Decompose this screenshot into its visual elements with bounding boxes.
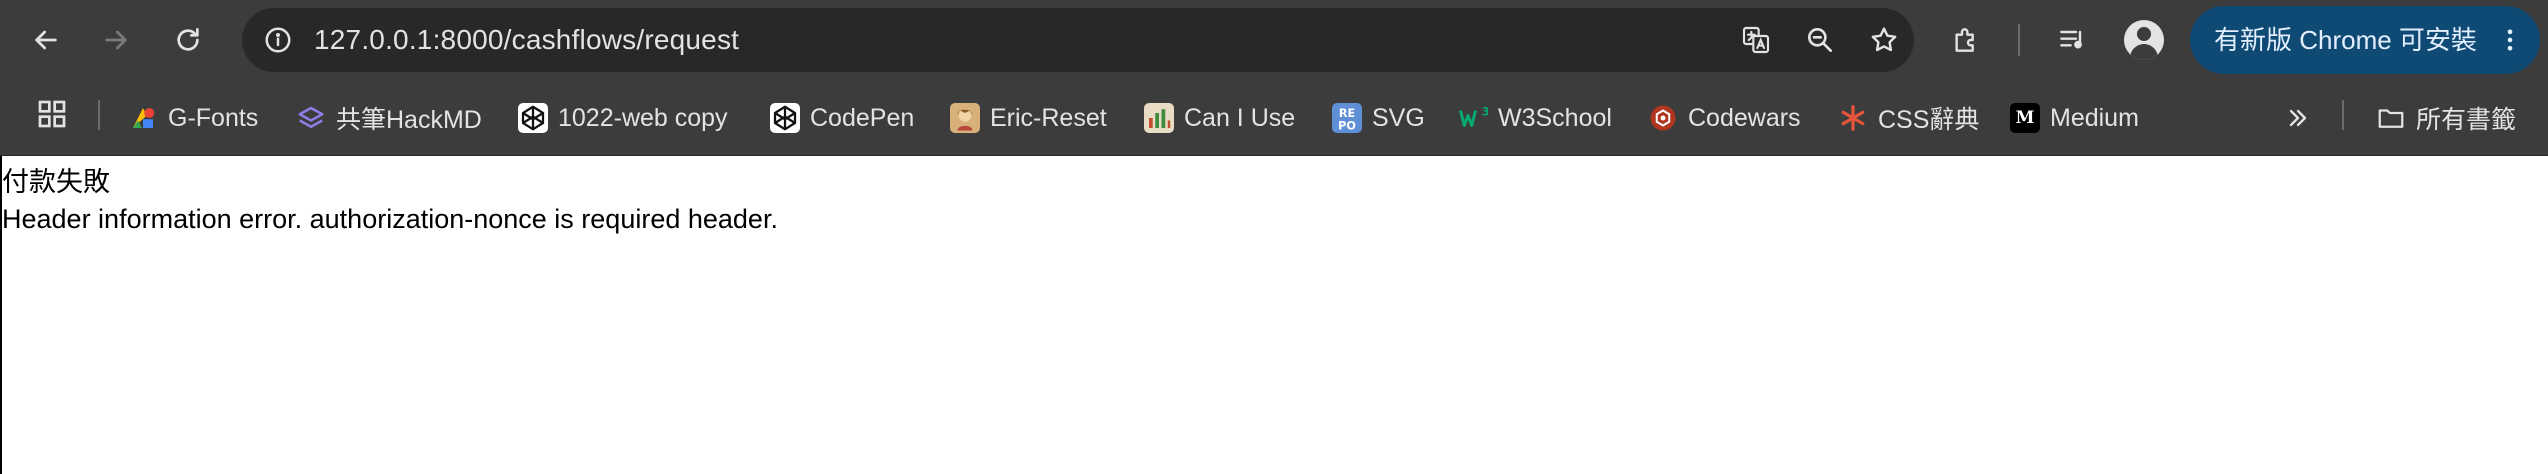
bookmark-label: CSS辭典: [1878, 106, 1980, 134]
update-chrome-button[interactable]: 有新版 Chrome 可安裝: [2190, 6, 2540, 74]
asterisk-icon: [1838, 103, 1868, 133]
bookmark-label: 1022-web copy: [558, 103, 728, 132]
caniuse-icon: [1144, 103, 1174, 133]
all-bookmarks-button[interactable]: 所有書籤: [2376, 92, 2516, 144]
back-button[interactable]: [22, 16, 70, 64]
medium-icon: M: [2010, 103, 2040, 133]
reload-icon: [177, 28, 199, 51]
toolbar-divider: [2018, 24, 2020, 56]
puzzle-icon: [1955, 28, 1974, 52]
bookmark-label: CodePen: [810, 103, 915, 132]
bookmarks-divider: [98, 100, 100, 130]
bookmark-medium[interactable]: M Medium: [2010, 92, 2139, 144]
reload-button[interactable]: [164, 16, 212, 64]
bookmark-css-dictionary[interactable]: CSS辭典: [1838, 92, 1979, 144]
kebab-menu-icon: [2507, 29, 2513, 51]
browser-toolbar: 127.0.0.1:8000/cashflows/request 有新版 Chr…: [0, 0, 2548, 80]
bookmark-label: Codewars: [1688, 103, 1801, 132]
zoom-out-icon: [1808, 27, 1832, 52]
svg-text:3: 3: [1482, 106, 1488, 119]
info-icon: [265, 27, 291, 53]
error-message: Header information error. authorization-…: [2, 204, 778, 234]
codepen-icon: [518, 103, 548, 133]
folder-icon: [2376, 103, 2406, 133]
translate-button[interactable]: [1736, 20, 1776, 60]
bookmark-svg[interactable]: RE PO SVG: [1332, 92, 1425, 144]
codewars-icon: [1648, 103, 1678, 133]
bookmarks-overflow-button[interactable]: [2280, 92, 2316, 144]
hackmd-icon: [296, 103, 326, 133]
bookmark-codewars[interactable]: Codewars: [1648, 92, 1801, 144]
extensions-button[interactable]: [1942, 16, 1990, 64]
codepen-icon: [770, 103, 800, 133]
all-bookmarks-label: 所有書籤: [2416, 106, 2517, 134]
arrow-left-icon: [35, 30, 57, 50]
w3school-icon: 3: [1458, 103, 1488, 133]
bookmark-label: 共筆HackMD: [336, 106, 482, 134]
playlist-icon: [2060, 30, 2082, 49]
reading-list-button[interactable]: [2048, 16, 2096, 64]
bookmark-label: SVG: [1372, 103, 1425, 132]
more-menu-button[interactable]: [2494, 24, 2526, 56]
zoom-button[interactable]: [1800, 20, 1840, 60]
eric-reset-icon: [950, 103, 980, 133]
update-chrome-label: 有新版 Chrome 可安裝: [2214, 25, 2477, 55]
repo-icon: RE PO: [1332, 103, 1362, 133]
bookmark-w3school[interactable]: 3 W3School: [1458, 92, 1612, 144]
google-fonts-icon: [128, 103, 158, 133]
arrow-right-icon: [105, 30, 127, 50]
bookmark-label: W3School: [1498, 103, 1612, 132]
translate-icon: [1742, 26, 1770, 54]
star-icon: [1871, 27, 1897, 52]
address-bar[interactable]: 127.0.0.1:8000/cashflows/request: [242, 8, 1914, 72]
svg-text:RE: RE: [1339, 107, 1355, 120]
bookmark-label: Can I Use: [1184, 103, 1296, 132]
bookmark-1022-web-copy[interactable]: 1022-web copy: [518, 92, 728, 144]
bookmark-star-button[interactable]: [1864, 20, 1904, 60]
profile-avatar-icon[interactable]: [2124, 20, 2164, 60]
chevron-double-right-icon: [2289, 109, 2307, 127]
bookmark-label: Eric-Reset: [990, 103, 1107, 132]
bookmark-hackmd[interactable]: 共筆HackMD: [296, 92, 482, 144]
site-info-button[interactable]: [256, 18, 300, 62]
page-title: 付款失敗: [2, 167, 110, 197]
apps-grid-icon[interactable]: [36, 98, 68, 130]
bookmark-label: G-Fonts: [168, 103, 259, 132]
bookmark-can-i-use[interactable]: Can I Use: [1144, 92, 1295, 144]
bookmark-g-fonts[interactable]: G-Fonts: [128, 92, 258, 144]
bookmark-codepen[interactable]: CodePen: [770, 92, 914, 144]
svg-text:PO: PO: [1338, 119, 1356, 132]
bookmark-eric-reset[interactable]: Eric-Reset: [950, 92, 1107, 144]
bookmarks-divider: [2342, 100, 2344, 130]
url-text[interactable]: 127.0.0.1:8000/cashflows/request: [314, 8, 739, 72]
forward-button[interactable]: [92, 16, 140, 64]
bookmark-label: Medium: [2050, 103, 2139, 132]
